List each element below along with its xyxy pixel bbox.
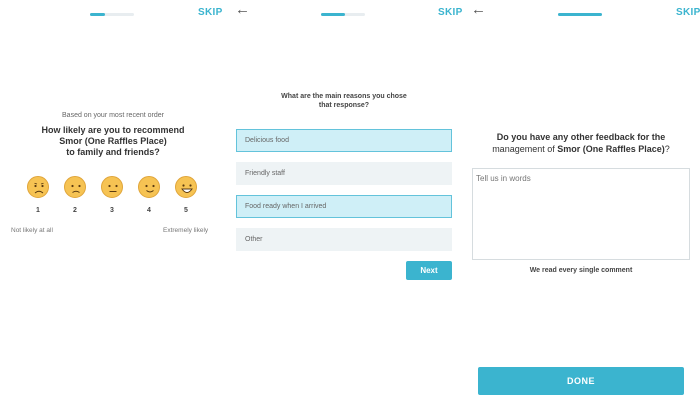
- progress-bar: [321, 13, 365, 16]
- reasons-screen: ← SKIP What are the main reasons you cho…: [226, 0, 462, 416]
- arrow-left-icon[interactable]: ←: [471, 2, 486, 17]
- very-happy-face-icon[interactable]: [175, 176, 197, 198]
- progress-fill: [321, 13, 345, 16]
- skip-button[interactable]: SKIP: [676, 7, 700, 18]
- rating-number: 5: [184, 207, 188, 214]
- rating-number: 2: [73, 207, 77, 214]
- sad-face-icon[interactable]: [64, 176, 86, 198]
- rating-number: 3: [110, 207, 114, 214]
- question-line: Do you have any other feedback for the: [496, 132, 666, 142]
- low-scale-label: Not likely at all: [11, 227, 53, 234]
- skip-button[interactable]: SKIP: [438, 7, 463, 18]
- option-friendly-staff[interactable]: Friendly staff: [236, 162, 452, 185]
- question-suffix: ?: [664, 144, 670, 154]
- question-line: to family and friends?: [66, 147, 160, 157]
- question-line: management of Smor (One Raffles Place)?: [462, 143, 700, 155]
- question-prefix: management of: [492, 144, 558, 154]
- rating-screen: SKIP Based on your most recent order How…: [0, 0, 226, 416]
- feedback-textarea[interactable]: [472, 168, 690, 260]
- rating-number: 1: [36, 207, 40, 214]
- restaurant-name: Smor (One Raffles Place): [59, 136, 167, 146]
- next-button[interactable]: Next: [406, 261, 452, 280]
- question-line: that response?: [318, 102, 370, 109]
- progress-bar: [558, 13, 602, 16]
- comment-note: We read every single comment: [529, 267, 633, 274]
- arrow-left-icon[interactable]: ←: [235, 2, 250, 17]
- option-delicious-food[interactable]: Delicious food: [236, 129, 452, 152]
- recommend-question: How likely are you to recommend Smor (On…: [0, 125, 226, 158]
- option-food-ready[interactable]: Food ready when I arrived: [236, 195, 452, 218]
- option-other[interactable]: Other: [236, 228, 452, 251]
- feedback-question: Do you have any other feedback for the m…: [462, 131, 700, 155]
- reasons-question: What are the main reasons you chose that…: [226, 92, 462, 110]
- question-line: What are the main reasons you chose: [281, 93, 407, 100]
- skip-button[interactable]: SKIP: [198, 7, 223, 18]
- restaurant-name: Smor (One Raffles Place): [557, 144, 665, 154]
- progress-fill: [90, 13, 105, 16]
- rating-number: 4: [147, 207, 151, 214]
- progress-bar: [90, 13, 134, 16]
- order-context-text: Based on your most recent order: [62, 112, 164, 119]
- high-scale-label: Extremely likely: [163, 227, 209, 234]
- question-line: How likely are you to recommend: [41, 125, 185, 135]
- happy-face-icon[interactable]: [138, 176, 160, 198]
- progress-fill: [558, 13, 602, 16]
- neutral-face-icon[interactable]: [101, 176, 123, 198]
- feedback-screen: ← SKIP Do you have any other feedback fo…: [462, 0, 700, 416]
- very-sad-face-icon[interactable]: [27, 176, 49, 198]
- done-button[interactable]: DONE: [478, 367, 684, 395]
